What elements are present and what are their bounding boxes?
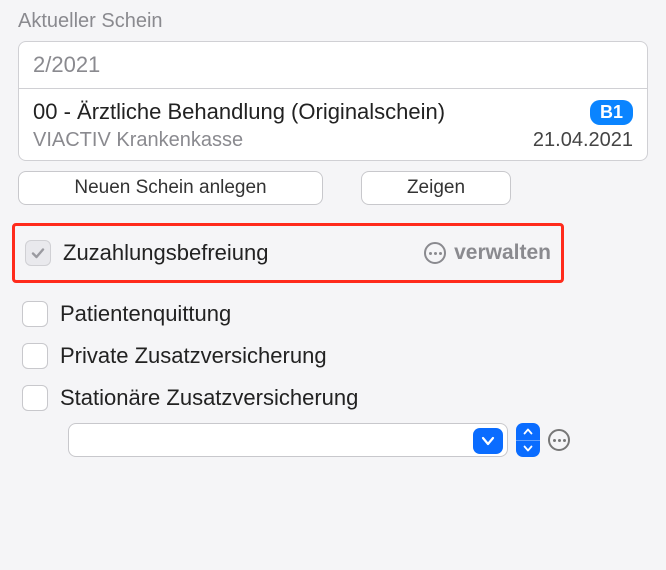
more-button[interactable] — [548, 429, 570, 451]
patientenquittung-label: Patientenquittung — [60, 301, 231, 327]
private-zusatz-checkbox[interactable] — [22, 343, 48, 369]
new-schein-button[interactable]: Neuen Schein anlegen — [18, 171, 323, 205]
patientenquittung-row: Patientenquittung — [18, 293, 648, 335]
zuzahlung-checkbox[interactable] — [25, 240, 51, 266]
schein-main-row: 00 - Ärztliche Behandlung (Originalschei… — [19, 89, 647, 160]
button-row: Neuen Schein anlegen Zeigen — [18, 171, 648, 205]
chevron-down-icon — [523, 445, 533, 452]
stationaere-zusatz-row: Stationäre Zusatzversicherung — [18, 377, 648, 419]
treatment-title: 00 - Ärztliche Behandlung (Originalschei… — [33, 99, 580, 125]
highlight-box: Zuzahlungsbefreiung verwalten — [12, 223, 564, 283]
schein-card: 2/2021 00 - Ärztliche Behandlung (Origin… — [18, 41, 648, 161]
zuzahlung-label: Zuzahlungsbefreiung — [63, 240, 268, 266]
combo-dropdown-button[interactable] — [473, 428, 503, 454]
insurer-name: VIACTIV Krankenkasse — [33, 129, 243, 152]
schein-date: 21.04.2021 — [533, 129, 633, 152]
private-zusatz-label: Private Zusatzversicherung — [60, 343, 327, 369]
manage-link[interactable]: verwalten — [424, 241, 551, 265]
chevron-down-icon — [481, 436, 495, 446]
chevron-up-icon — [523, 428, 533, 435]
schein-badge: B1 — [590, 100, 633, 125]
patientenquittung-checkbox[interactable] — [22, 301, 48, 327]
stepper-down[interactable] — [516, 441, 540, 458]
stationaere-zusatz-label: Stationäre Zusatzversicherung — [60, 385, 358, 411]
section-label: Aktueller Schein — [18, 10, 648, 33]
ellipsis-icon — [424, 242, 446, 264]
private-zusatz-row: Private Zusatzversicherung — [18, 335, 648, 377]
manage-label: verwalten — [454, 241, 551, 265]
schein-period: 2/2021 — [19, 42, 647, 89]
zusatz-combo[interactable] — [68, 423, 508, 457]
ellipsis-icon — [548, 429, 570, 451]
bottom-input-row — [18, 423, 648, 457]
show-button[interactable]: Zeigen — [361, 171, 511, 205]
stepper[interactable] — [516, 423, 540, 457]
stationaere-zusatz-checkbox[interactable] — [22, 385, 48, 411]
stepper-up[interactable] — [516, 423, 540, 441]
